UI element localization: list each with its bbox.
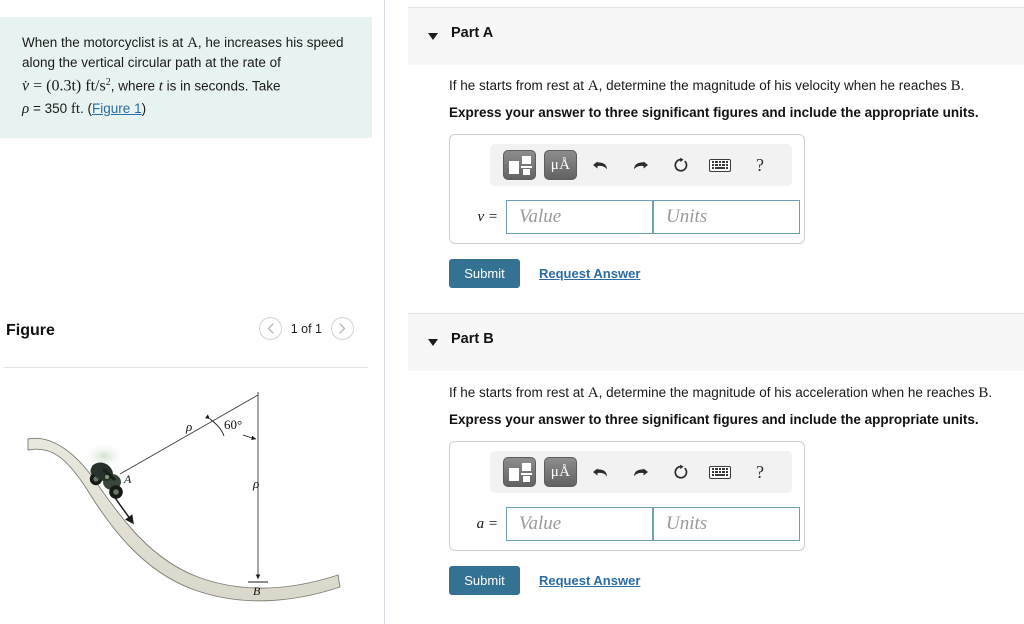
radius-line-upper	[119, 394, 259, 475]
part-a-answer-row: v =	[450, 193, 804, 241]
redo-arrow-icon[interactable]	[623, 457, 657, 487]
part-b-value-input[interactable]	[506, 507, 653, 541]
figure-header: Figure 1 of 1	[0, 317, 372, 368]
undo-arrow-icon[interactable]	[583, 457, 617, 487]
help-icon[interactable]: ?	[743, 150, 777, 180]
problem-point-a: A	[187, 35, 198, 51]
part-b-header[interactable]: Part B	[408, 313, 1024, 371]
figure-prev-button[interactable]	[258, 317, 282, 340]
rho-value: = 350	[29, 100, 71, 116]
part-a-variable-label: v =	[477, 208, 498, 225]
part-b-submit-button[interactable]: Submit	[449, 566, 520, 595]
question-point-b: B	[950, 78, 961, 94]
part-a-answer-box: μÅ ? v = Value Units	[449, 134, 805, 244]
figure-label-rho-lower: ρ	[252, 476, 259, 491]
part-b-answer-row: a =	[450, 500, 804, 548]
problem-line-4: ρ = 350 ft. (Figure 1)	[22, 98, 350, 120]
part-b-request-answer-link[interactable]: Request Answer	[539, 573, 640, 588]
keyboard-glyph	[709, 158, 731, 172]
part-a-units-input[interactable]	[653, 200, 800, 234]
chevron-left-icon	[267, 323, 274, 334]
figure-label-b: B	[253, 584, 261, 598]
question-text-part: , determine the magnitude of his acceler…	[598, 385, 979, 400]
figure-divider	[4, 367, 368, 368]
redo-arrow-icon[interactable]	[623, 150, 657, 180]
left-panel: When the motorcyclist is at A, he increa…	[0, 0, 384, 624]
question-text-part: , determine the magnitude of his velocit…	[598, 78, 951, 93]
figure-label-rho-upper: ρ	[185, 419, 192, 434]
part-b-answer-box: μÅ ? a = Value Units	[449, 441, 805, 551]
part-b-collapse-caret[interactable]	[428, 339, 438, 346]
undo-arrow-icon[interactable]	[583, 150, 617, 180]
figure-1-link[interactable]: Figure 1	[92, 101, 142, 116]
math-template-icon[interactable]	[503, 150, 536, 180]
mu-angstrom-label: μÅ	[550, 463, 571, 480]
template-glyph	[504, 458, 535, 486]
rho-units: ft	[70, 100, 81, 117]
question-point-b: B	[978, 385, 989, 401]
question-text-part: If he starts from rest at	[449, 385, 588, 400]
figure-label-angle: 60°	[224, 417, 242, 432]
angle-arc-right	[242, 434, 257, 441]
problem-text-part: When the motorcyclist is at	[22, 35, 188, 50]
problem-line-1: When the motorcyclist is at A, he increa…	[22, 33, 350, 53]
part-a-label: Part A	[451, 25, 494, 41]
part-a-request-answer-link[interactable]: Request Answer	[539, 266, 640, 281]
part-a-math-toolbar: μÅ ?	[490, 144, 792, 186]
part-b-instruction: Express your answer to three significant…	[449, 412, 979, 427]
rate-units: ft/s	[85, 77, 106, 95]
reset-circular-arrow-icon[interactable]	[663, 150, 697, 180]
part-a-instruction: Express your answer to three significant…	[449, 105, 979, 120]
figure-counter: 1 of 1	[290, 321, 322, 336]
keyboard-icon[interactable]	[703, 150, 737, 180]
question-text-part: .	[988, 385, 993, 400]
question-point-a: A	[587, 78, 599, 94]
problem-line-2: along the vertical circular path at the …	[22, 55, 281, 70]
mu-angstrom-label: μÅ	[550, 156, 571, 173]
question-text-part: .	[960, 78, 965, 93]
problem-text-part: is in seconds. Take	[162, 78, 281, 94]
figure-title: Figure	[6, 322, 55, 339]
equals-sign: =	[29, 77, 47, 95]
problem-text-part: )	[141, 100, 147, 116]
units-mu-angstrom-icon[interactable]: μÅ	[544, 457, 577, 487]
problem-statement: When the motorcyclist is at A, he increa…	[0, 17, 372, 138]
right-panel: Part A If he starts from rest at A, dete…	[385, 0, 1024, 624]
part-b-units-input[interactable]	[653, 507, 800, 541]
problem-line-3: v̇ = (0.3t) ft/s2, where t is in seconds…	[22, 72, 350, 98]
math-template-icon[interactable]	[503, 457, 536, 487]
figure-label-a: A	[123, 472, 132, 486]
keyboard-glyph	[709, 465, 731, 479]
reset-circular-arrow-icon[interactable]	[663, 457, 697, 487]
keyboard-icon[interactable]	[703, 457, 737, 487]
figure-next-button[interactable]	[331, 317, 354, 340]
question-text-part: If he starts from rest at	[449, 78, 588, 93]
units-mu-angstrom-icon[interactable]: μÅ	[544, 150, 577, 180]
figure-navigation: 1 of 1	[258, 317, 354, 340]
page-root: When the motorcyclist is at A, he increa…	[0, 0, 1024, 624]
figure-illustration: A ρ ρ 60° B	[27, 392, 341, 602]
ramp-surface	[27, 437, 341, 602]
part-a-collapse-caret[interactable]	[428, 33, 438, 40]
part-a-submit-button[interactable]: Submit	[449, 259, 520, 288]
part-a-value-input[interactable]	[506, 200, 653, 234]
question-point-a: A	[587, 385, 599, 401]
part-b-variable-label: a =	[476, 515, 498, 532]
part-b-label: Part B	[451, 331, 494, 347]
help-icon[interactable]: ?	[743, 457, 777, 487]
problem-text-part: , where	[110, 78, 159, 94]
problem-text-part: , he increases his speed	[197, 35, 344, 50]
rate-expression: (0.3t)	[46, 77, 82, 95]
problem-text-part: . (	[80, 100, 93, 116]
part-a-question: If he starts from rest at A, determine t…	[449, 78, 964, 95]
part-b-math-toolbar: μÅ ?	[490, 451, 792, 493]
part-b-question: If he starts from rest at A, determine t…	[449, 385, 992, 402]
chevron-right-icon	[339, 323, 346, 334]
template-glyph	[504, 151, 535, 179]
part-a-header[interactable]: Part A	[408, 7, 1024, 65]
